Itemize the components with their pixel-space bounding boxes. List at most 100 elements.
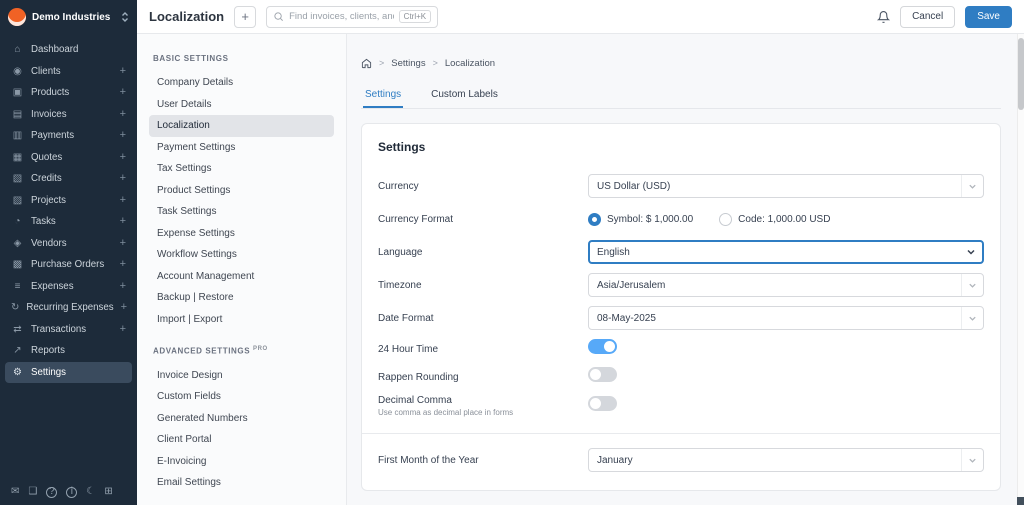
advanced-settings-heading: ADVANCED SETTINGS PRO (137, 346, 346, 356)
chat-icon[interactable]: ❑ (28, 487, 37, 497)
sidebar-item-vendors[interactable]: ◈Vendors+ (5, 233, 132, 255)
sidebar-item-expenses[interactable]: ≡Expenses+ (5, 276, 132, 298)
hour24-toggle[interactable] (588, 339, 617, 354)
moon-icon[interactable]: ☾ (86, 487, 95, 497)
header-add-button[interactable]: + (234, 6, 256, 28)
sidebar-item-recurring-expenses[interactable]: ↻Recurring Expenses+ (5, 297, 132, 319)
add-recurring-expense-icon[interactable]: + (121, 302, 127, 313)
sidebar-item-tasks[interactable]: ◔Tasks+ (5, 211, 132, 233)
settings-nav-client-portal[interactable]: Client Portal (149, 429, 334, 451)
add-transaction-icon[interactable]: + (120, 324, 126, 335)
notifications-bell-icon[interactable] (877, 10, 890, 24)
tasks-icon: ◔ (11, 216, 24, 227)
sidebar-item-credits[interactable]: ▧Credits+ (5, 168, 132, 190)
settings-nav-account-management[interactable]: Account Management (149, 266, 334, 288)
shortcut-badge: Ctrl+K (399, 10, 431, 23)
breadcrumb-settings[interactable]: Settings (391, 58, 425, 69)
add-invoice-icon[interactable]: + (120, 109, 126, 120)
settings-nav-import-export[interactable]: Import | Export (149, 309, 334, 331)
settings-nav-workflow-settings[interactable]: Workflow Settings (149, 244, 334, 266)
payments-icon: ▥ (11, 130, 24, 141)
date-format-label: Date Format (378, 313, 588, 324)
panel-icon[interactable]: ⊞ (104, 487, 112, 497)
sidebar-item-quotes[interactable]: ▦Quotes+ (5, 147, 132, 169)
settings-nav-backup-restore[interactable]: Backup | Restore (149, 287, 334, 309)
tab-custom-labels[interactable]: Custom Labels (429, 82, 500, 108)
scrollbar-thumb[interactable] (1018, 38, 1024, 110)
breadcrumb-localization[interactable]: Localization (445, 58, 495, 69)
search-input[interactable] (289, 11, 394, 22)
basic-settings-heading: BASIC SETTINGS (137, 54, 346, 63)
sidebar-item-projects[interactable]: ▨Projects+ (5, 190, 132, 212)
add-quote-icon[interactable]: + (120, 152, 126, 163)
decimal-comma-label: Decimal Comma Use comma as decimal place… (378, 395, 588, 417)
sidebar-item-purchase-orders[interactable]: ▩Purchase Orders+ (5, 254, 132, 276)
main-content: > Settings > Localization Settings Custo… (347, 34, 1017, 505)
pro-badge: PRO (253, 346, 268, 352)
currency-label: Currency (378, 181, 588, 192)
currency-format-code-radio[interactable]: Code: 1,000.00 USD (719, 213, 830, 226)
expenses-icon: ≡ (11, 281, 24, 292)
scrollbar[interactable] (1017, 34, 1024, 505)
timezone-select[interactable]: Asia/Jerusalem (588, 273, 984, 297)
sidebar-item-transactions[interactable]: ⇄Transactions+ (5, 319, 132, 341)
settings-nav-payment-settings[interactable]: Payment Settings (149, 137, 334, 159)
cancel-button[interactable]: Cancel (900, 6, 955, 28)
decimal-comma-hint: Use comma as decimal place in forms (378, 408, 588, 417)
add-payment-icon[interactable]: + (120, 130, 126, 141)
settings-nav-email-settings[interactable]: Email Settings (149, 472, 334, 494)
settings-nav: BASIC SETTINGS Company Details User Deta… (137, 34, 347, 505)
add-vendor-icon[interactable]: + (120, 238, 126, 249)
add-expense-icon[interactable]: + (120, 281, 126, 292)
settings-nav-generated-numbers[interactable]: Generated Numbers (149, 408, 334, 430)
save-button[interactable]: Save (965, 6, 1012, 28)
home-icon[interactable] (361, 58, 372, 69)
sidebar-item-products[interactable]: ▣Products+ (5, 82, 132, 104)
add-task-icon[interactable]: + (120, 216, 126, 227)
settings-nav-tax-settings[interactable]: Tax Settings (149, 158, 334, 180)
global-search[interactable]: Ctrl+K (266, 6, 438, 28)
company-switcher[interactable]: Demo Industries (0, 0, 137, 34)
rappen-rounding-toggle[interactable] (588, 367, 617, 382)
settings-nav-custom-fields[interactable]: Custom Fields (149, 386, 334, 408)
sidebar-item-clients[interactable]: ◉Clients+ (5, 61, 132, 83)
tab-settings[interactable]: Settings (363, 82, 403, 108)
settings-nav-localization[interactable]: Localization (149, 115, 334, 137)
language-select[interactable]: English (588, 240, 984, 264)
sidebar-item-payments[interactable]: ▥Payments+ (5, 125, 132, 147)
settings-nav-invoice-design[interactable]: Invoice Design (149, 365, 334, 387)
sidebar-item-settings[interactable]: ⚙Settings (5, 362, 132, 384)
settings-nav-task-settings[interactable]: Task Settings (149, 201, 334, 223)
search-icon (273, 11, 284, 22)
sidebar-item-dashboard[interactable]: ⌂Dashboard (5, 39, 132, 61)
radio-selected-icon (588, 213, 601, 226)
recurring-expenses-icon: ↻ (11, 302, 19, 313)
settings-nav-e-invoicing[interactable]: E-Invoicing (149, 451, 334, 473)
timezone-row: Timezone Asia/Jerusalem (378, 273, 984, 297)
settings-nav-company-details[interactable]: Company Details (149, 72, 334, 94)
add-purchase-order-icon[interactable]: + (120, 259, 126, 270)
settings-nav-expense-settings[interactable]: Expense Settings (149, 223, 334, 245)
add-product-icon[interactable]: + (120, 87, 126, 98)
currency-select[interactable]: US Dollar (USD) (588, 174, 984, 198)
mail-icon[interactable]: ✉ (11, 487, 19, 497)
decimal-comma-toggle[interactable] (588, 396, 617, 411)
radio-unselected-icon (719, 213, 732, 226)
add-project-icon[interactable]: + (120, 195, 126, 206)
settings-nav-user-details[interactable]: User Details (149, 94, 334, 116)
info-icon[interactable]: i (66, 487, 77, 498)
sidebar-item-invoices[interactable]: ▤Invoices+ (5, 104, 132, 126)
help-icon[interactable]: ? (46, 487, 57, 498)
chevron-down-icon (961, 175, 983, 197)
first-month-select[interactable]: January (588, 448, 984, 472)
timezone-label: Timezone (378, 280, 588, 291)
card-divider (362, 433, 1000, 434)
sidebar-item-reports[interactable]: ↗Reports (5, 340, 132, 362)
settings-nav-product-settings[interactable]: Product Settings (149, 180, 334, 202)
date-format-select[interactable]: 08-May-2025 (588, 306, 984, 330)
currency-format-row: Currency Format Symbol: $ 1,000.00 Code:… (378, 207, 984, 231)
chevron-down-icon (960, 242, 982, 262)
currency-format-symbol-radio[interactable]: Symbol: $ 1,000.00 (588, 213, 693, 226)
add-client-icon[interactable]: + (120, 66, 126, 77)
add-credit-icon[interactable]: + (120, 173, 126, 184)
